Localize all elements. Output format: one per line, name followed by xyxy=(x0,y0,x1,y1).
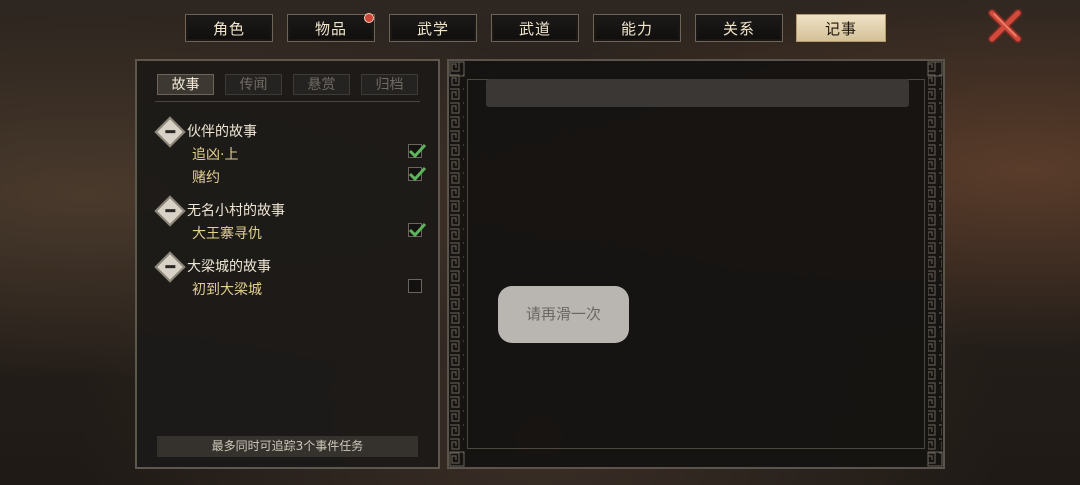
collapse-icon xyxy=(154,251,186,283)
subtab-bounties[interactable]: 悬赏 xyxy=(293,74,350,95)
checkmark-icon xyxy=(408,222,427,238)
track-checkbox[interactable] xyxy=(408,166,427,182)
quest-name: 追凶·上 xyxy=(192,147,239,163)
quest-item[interactable]: 追凶·上 xyxy=(192,143,427,164)
divider xyxy=(155,101,420,102)
quest-name: 赌约 xyxy=(192,170,220,186)
tab-journal[interactable]: 记事 xyxy=(796,14,886,42)
collapse-icon xyxy=(154,195,186,227)
close-x-icon xyxy=(988,9,1022,43)
quest-detail-panel xyxy=(447,59,945,469)
tab-martial-way[interactable]: 武道 xyxy=(491,14,579,42)
tracking-limit-note: 最多同时可追踪3个事件任务 xyxy=(157,436,418,457)
quest-list-panel: 故事 传闻 悬赏 归档 伙伴的故事 追凶·上 赌约 无名小村的故事 大王寨寻仇 … xyxy=(135,59,440,469)
track-checkbox[interactable] xyxy=(408,279,422,293)
detail-content-area xyxy=(467,79,925,449)
checkmark-icon xyxy=(408,143,427,159)
notification-badge xyxy=(364,13,374,23)
tab-relations[interactable]: 关系 xyxy=(695,14,783,42)
quest-item[interactable]: 赌约 xyxy=(192,166,427,187)
subtab-stories[interactable]: 故事 xyxy=(157,74,214,95)
tab-character[interactable]: 角色 xyxy=(185,14,273,42)
close-button[interactable] xyxy=(985,6,1025,46)
tab-abilities[interactable]: 能力 xyxy=(593,14,681,42)
top-tab-bar: 角色 物品 武学 武道 能力 关系 记事 xyxy=(185,13,890,44)
quest-item[interactable]: 大王寨寻仇 xyxy=(192,222,427,243)
collapse-icon xyxy=(154,116,186,148)
quest-name: 初到大梁城 xyxy=(192,282,262,298)
quest-item[interactable]: 初到大梁城 xyxy=(192,279,422,299)
quest-title-bar xyxy=(486,79,909,107)
quest-group-title: 大梁城的故事 xyxy=(187,259,271,275)
track-checkbox[interactable] xyxy=(408,143,427,159)
journal-subtabs: 故事 传闻 悬赏 归档 xyxy=(157,74,422,96)
tab-items[interactable]: 物品 xyxy=(287,13,375,42)
swipe-again-toast: 请再滑一次 xyxy=(498,286,629,343)
subtab-rumors[interactable]: 传闻 xyxy=(225,74,282,95)
quest-group-title: 伙伴的故事 xyxy=(187,124,257,140)
tab-martial-arts[interactable]: 武学 xyxy=(389,14,477,42)
quest-group-title: 无名小村的故事 xyxy=(187,203,285,219)
subtab-archive[interactable]: 归档 xyxy=(361,74,418,95)
quest-name: 大王寨寻仇 xyxy=(192,226,262,242)
checkmark-icon xyxy=(408,166,427,182)
track-checkbox[interactable] xyxy=(408,222,427,238)
